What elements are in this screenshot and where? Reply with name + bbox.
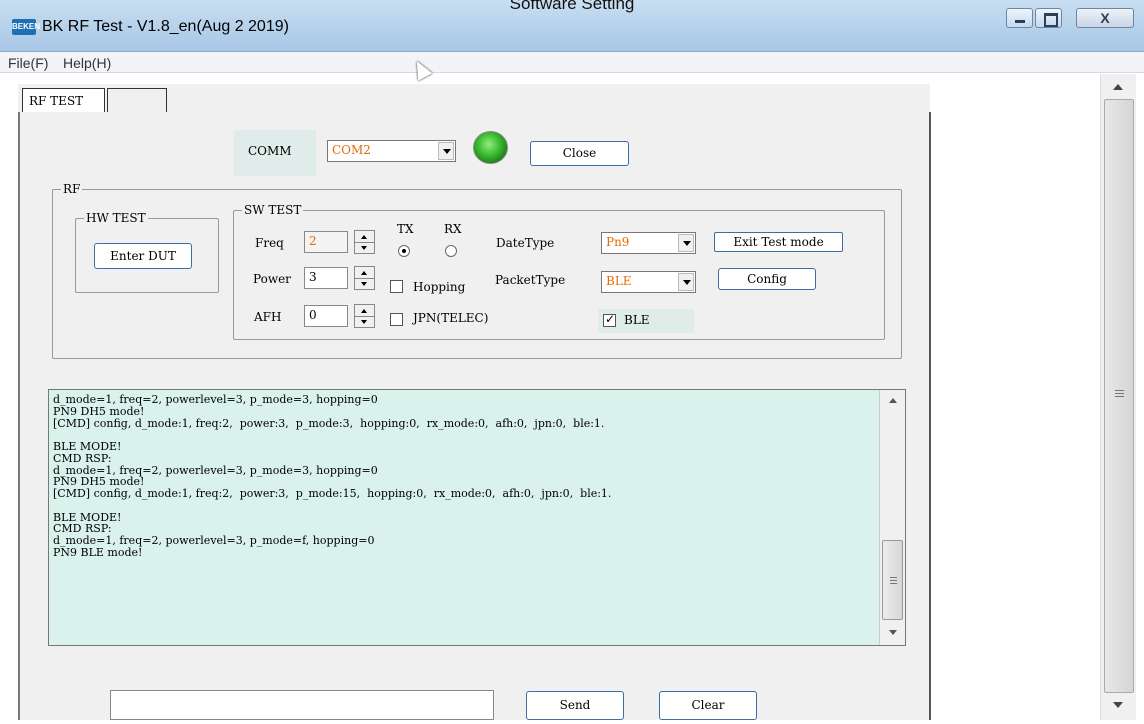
scroll-thumb[interactable] [882, 540, 903, 620]
power-input[interactable]: 3 [304, 267, 348, 289]
menu-bar: File(F) Help(H) [0, 52, 1144, 73]
freq-input[interactable]: 2 [304, 231, 348, 253]
freq-spinner[interactable] [354, 230, 375, 254]
send-button[interactable]: Send [526, 691, 624, 720]
packettype-value: BLE [606, 274, 632, 288]
afh-value: 0 [309, 308, 317, 322]
power-label: Power [253, 272, 291, 286]
chevron-down-icon[interactable] [678, 234, 694, 252]
exit-test-mode-button[interactable]: Exit Test mode [714, 232, 843, 252]
log-text: d_mode=1, freq=2, powerlevel=3, p_mode=3… [53, 394, 879, 559]
comm-label: COMM [248, 144, 292, 158]
afh-label: AFH [254, 310, 282, 324]
rx-radio[interactable] [445, 245, 457, 257]
log-line: d_mode=1, freq=2, powerlevel=3, p_mode=3… [53, 463, 378, 477]
afh-spinner[interactable] [354, 304, 375, 328]
hopping-checkbox[interactable] [390, 280, 403, 293]
menu-file[interactable]: File(F) [8, 55, 48, 71]
config-button[interactable]: Config [718, 268, 816, 290]
scroll-up-icon[interactable] [1113, 84, 1123, 90]
scroll-up-icon[interactable] [889, 398, 897, 403]
grip-icon [890, 577, 897, 584]
clear-button[interactable]: Clear [659, 691, 757, 720]
scroll-down-icon[interactable] [1113, 702, 1123, 708]
status-led-icon [473, 131, 508, 164]
packettype-label: PacketType [495, 273, 566, 287]
window-title: BK RF Test - V1.8_en(Aug 2 2019) [42, 18, 289, 35]
window-scrollbar[interactable] [1100, 74, 1136, 720]
scroll-thumb[interactable] [1104, 99, 1134, 693]
ble-checkbox[interactable] [603, 312, 616, 327]
log-line: CMD RSP: [53, 451, 112, 465]
sw-test-legend: SW TEST [242, 203, 304, 217]
tx-radio[interactable] [398, 245, 410, 257]
tx-label: TX [397, 222, 414, 236]
app-icon: BEKEN [12, 19, 40, 35]
tab-blank[interactable] [107, 88, 167, 112]
comm-port-select[interactable]: COM2 [327, 140, 456, 162]
log-line: PN9 BLE mode! [53, 545, 143, 559]
log-line: BLE MODE! [53, 440, 122, 453]
log-line: d_mode=1, freq=2, powerlevel=3, p_mode=f… [53, 534, 375, 547]
afh-input[interactable]: 0 [304, 305, 348, 327]
menu-help[interactable]: Help(H) [63, 55, 111, 71]
datetype-value: Pn9 [606, 235, 630, 249]
power-spinner[interactable] [354, 266, 375, 290]
chevron-down-icon[interactable] [678, 273, 694, 291]
ble-label: BLE [624, 313, 650, 327]
grip-icon [1115, 390, 1124, 398]
jpn-label: JPN(TELEC) [413, 311, 489, 325]
log-line: PN9 DH5 mode! [53, 404, 145, 418]
packettype-select[interactable]: BLE [601, 271, 696, 293]
log-line: BLE MODE! [53, 510, 122, 524]
enter-dut-button[interactable]: Enter DUT [94, 243, 192, 269]
overlay-caption: Software Setting [509, 0, 635, 13]
freq-value: 2 [309, 234, 317, 248]
rf-legend: RF [61, 182, 83, 196]
jpn-checkbox[interactable] [390, 313, 403, 326]
tab-rf-test[interactable]: RF TEST [22, 88, 105, 112]
hw-test-legend: HW TEST [84, 211, 148, 225]
tab-label: RF TEST [29, 94, 84, 108]
log-line: [CMD] config, d_mode:1, freq:2, power:3,… [53, 416, 605, 430]
comm-port-value: COM2 [332, 143, 371, 157]
chevron-down-icon[interactable] [438, 142, 454, 160]
rx-label: RX [444, 222, 462, 236]
datetype-label: DateType [496, 236, 555, 250]
log-scrollbar[interactable] [879, 390, 905, 645]
freq-label: Freq [255, 236, 284, 250]
close-port-button[interactable]: Close [530, 141, 629, 166]
send-input[interactable] [110, 690, 494, 720]
log-output[interactable]: d_mode=1, freq=2, powerlevel=3, p_mode=3… [48, 389, 906, 646]
log-line: [CMD] config, d_mode:1, freq:2, power:3,… [53, 487, 612, 500]
datetype-select[interactable]: Pn9 [601, 232, 696, 254]
power-value: 3 [309, 270, 317, 284]
log-line: d_mode=1, freq=2, powerlevel=3, p_mode=3… [53, 393, 378, 406]
hopping-label: Hopping [413, 280, 466, 294]
scroll-down-icon[interactable] [889, 630, 897, 635]
